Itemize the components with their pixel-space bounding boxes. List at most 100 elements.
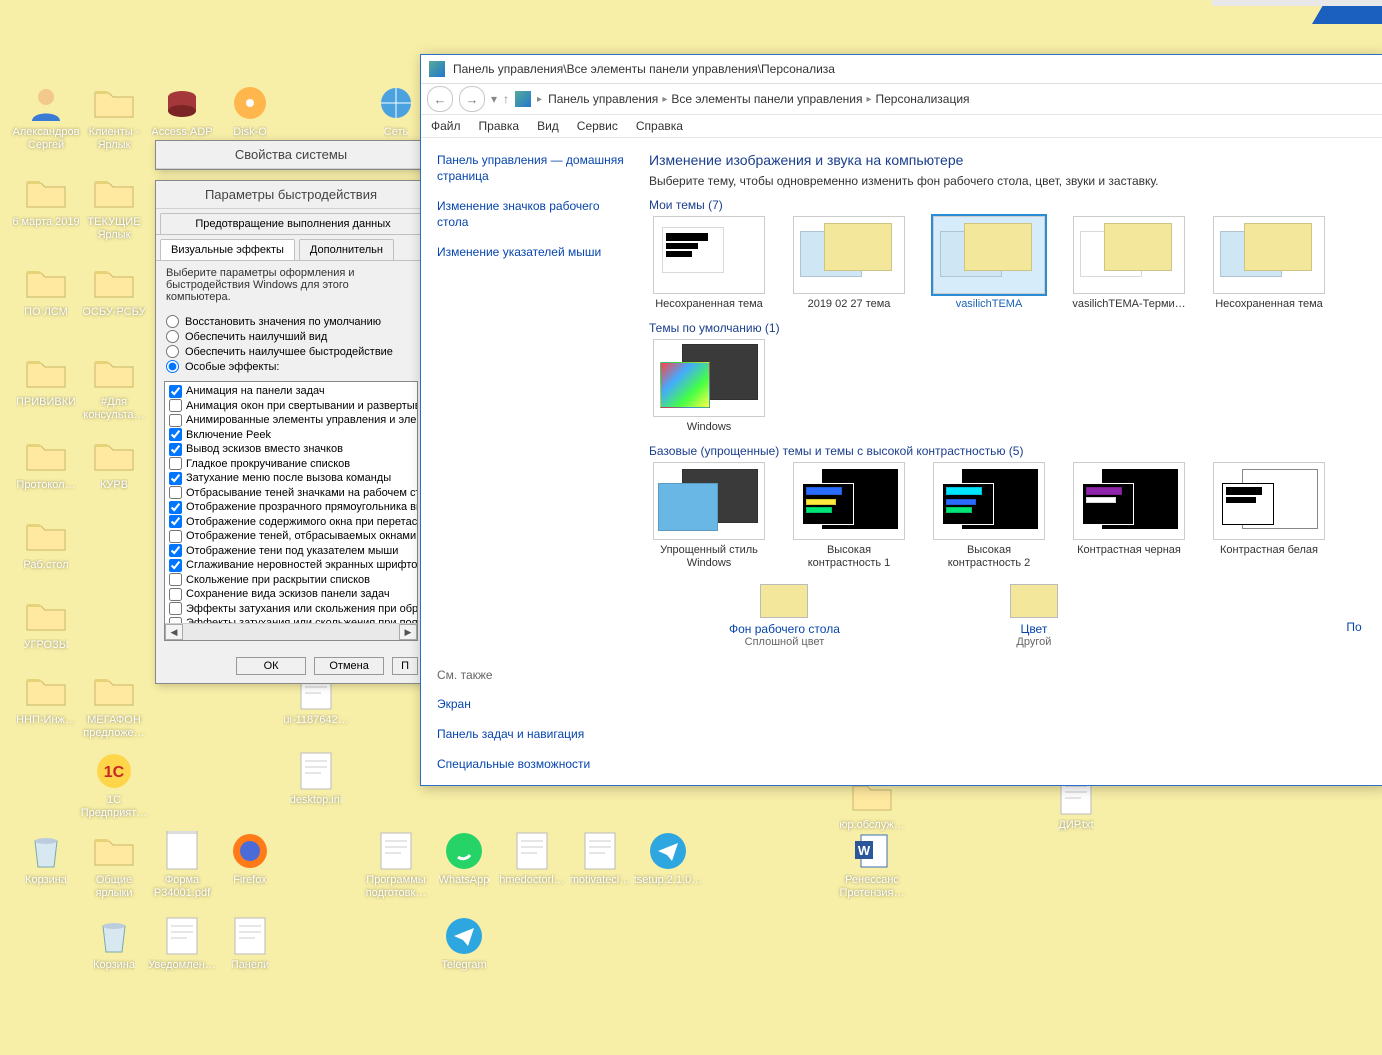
radio-input[interactable] [166, 360, 179, 373]
desktop-icon[interactable]: WhatsApp [428, 830, 500, 887]
checkbox-input[interactable] [169, 443, 182, 456]
desktop-icon[interactable]: Общие ярлыки [78, 830, 150, 900]
effect-checkbox-row[interactable]: Отображение прозрачного прямоугольника в… [167, 500, 415, 515]
desktop-icon[interactable]: Протокол… [10, 435, 82, 492]
desktop-icon[interactable]: УГРОЗЫ [10, 595, 82, 652]
effects-checklist[interactable]: Анимация на панели задачАнимация окон пр… [164, 381, 418, 641]
theme-item[interactable]: Контрастная белая [1209, 462, 1329, 570]
desktop-background-option[interactable]: Фон рабочего стола Сплошной цвет [729, 584, 840, 648]
effect-checkbox-row[interactable]: Анимация на панели задач [167, 384, 415, 399]
theme-item[interactable]: 2019 02 27 тема [789, 216, 909, 311]
radio-input[interactable] [166, 345, 179, 358]
desktop-icon[interactable]: ОСБУ-РСБУ [78, 262, 150, 319]
checkbox-input[interactable] [169, 530, 182, 543]
side-link-home[interactable]: Панель управления — домашняя страница [437, 152, 627, 184]
checkbox-input[interactable] [169, 428, 182, 441]
breadcrumb[interactable]: Панель управления▸ Все элементы панели у… [548, 92, 1377, 106]
checkbox-input[interactable] [169, 399, 182, 412]
desktop-icon[interactable]: Access.ADP [146, 82, 218, 139]
desktop-icon[interactable]: WРенессанс Претензия… [836, 830, 908, 900]
desktop-icon[interactable]: motivatecl… [564, 830, 636, 887]
see-also-taskbar[interactable]: Панель задач и навигация [437, 726, 627, 742]
desktop-icon[interactable]: Программы подготовк… [360, 830, 432, 900]
desktop-icon[interactable]: Disk-O [214, 82, 286, 139]
desktop-icon[interactable]: #Для консульта… [78, 352, 150, 422]
checkbox-input[interactable] [169, 544, 182, 557]
theme-item[interactable]: Windows [649, 339, 769, 434]
effect-checkbox-row[interactable]: Гладкое прокручивание списков [167, 457, 415, 472]
radio-input[interactable] [166, 330, 179, 343]
effect-checkbox-row[interactable]: Эффекты затухания или скольжения при обр… [167, 602, 415, 617]
color-option[interactable]: Цвет Другой [1010, 584, 1058, 648]
checkbox-input[interactable] [169, 573, 182, 586]
cancel-button[interactable]: Отмена [314, 657, 384, 675]
checkbox-input[interactable] [169, 472, 182, 485]
desktop-icon[interactable]: Клиенты - Ярлык [78, 82, 150, 152]
desktop-icon[interactable]: desktop.ini [280, 750, 352, 807]
checkbox-input[interactable] [169, 501, 182, 514]
desktop-icon[interactable]: ТЕКУЩИЕ Ярлык [78, 172, 150, 242]
menu-item[interactable]: Файл [431, 119, 461, 133]
side-link-desktop-icons[interactable]: Изменение значков рабочего стола [437, 198, 627, 230]
desktop-icon[interactable]: 1C1С Предприят… [78, 750, 150, 820]
checkbox-input[interactable] [169, 385, 182, 398]
desktop-icon[interactable]: КУРВ [78, 435, 150, 492]
desktop-icon[interactable]: Корзина [10, 830, 82, 887]
see-also-display[interactable]: Экран [437, 696, 627, 712]
desktop-icon[interactable]: Firefox [214, 830, 286, 887]
last-bottom-option[interactable]: По [1331, 584, 1377, 634]
perf-radio-option[interactable]: Обеспечить наилучший вид [166, 330, 416, 343]
theme-item[interactable]: vasilichTEMA [929, 216, 1049, 311]
effect-checkbox-row[interactable]: Анимированные элементы управления и элем… [167, 413, 415, 428]
checkbox-input[interactable] [169, 602, 182, 615]
checkbox-input[interactable] [169, 486, 182, 499]
checkbox-input[interactable] [169, 515, 182, 528]
desktop-icon[interactable]: ПО ЛСМ [10, 262, 82, 319]
effect-checkbox-row[interactable]: Скольжение при раскрытии списков [167, 573, 415, 588]
theme-item[interactable]: Высокая контрастность 1 [789, 462, 909, 570]
effect-checkbox-row[interactable]: Сохранение вида эскизов панели задач [167, 587, 415, 602]
checkbox-input[interactable] [169, 559, 182, 572]
desktop-icon[interactable]: ННП-Инж… [10, 670, 82, 727]
desktop-icon[interactable]: Корзина [78, 915, 150, 972]
horizontal-scrollbar[interactable]: ◀ ▶ [165, 623, 417, 640]
checkbox-input[interactable] [169, 414, 182, 427]
desktop-icon[interactable]: Уведомлен… [146, 915, 218, 972]
effect-checkbox-row[interactable]: Отображение тени под указателем мыши [167, 544, 415, 559]
nav-forward-button[interactable]: → [459, 86, 485, 112]
side-link-mouse-pointers[interactable]: Изменение указателей мыши [437, 244, 627, 260]
desktop-icon[interactable]: Раб.стол [10, 515, 82, 572]
effect-checkbox-row[interactable]: Отображение содержимого окна при перетас… [167, 515, 415, 530]
theme-item[interactable]: Высокая контрастность 2 [929, 462, 1049, 570]
nav-back-button[interactable]: ← [427, 86, 453, 112]
theme-item[interactable]: Контрастная черная [1069, 462, 1189, 570]
desktop-icon[interactable]: 6 марта 2019 [10, 172, 82, 229]
radio-input[interactable] [166, 315, 179, 328]
effect-checkbox-row[interactable]: Сглаживание неровностей экранных шрифтов [167, 558, 415, 573]
apply-button[interactable]: П [392, 657, 418, 675]
theme-item[interactable]: vasilichTEMA-Терми… [1069, 216, 1189, 311]
menu-item[interactable]: Вид [537, 119, 559, 133]
perf-radio-option[interactable]: Восстановить значения по умолчанию [166, 315, 416, 328]
scroll-left-icon[interactable]: ◀ [165, 624, 183, 640]
effect-checkbox-row[interactable]: Анимация окон при свертывании и разверты… [167, 399, 415, 414]
effect-checkbox-row[interactable]: Включение Peek [167, 428, 415, 443]
desktop-icon[interactable]: Форма Р34001.pdf [146, 830, 218, 900]
desktop-icon[interactable]: hmedoctorl… [496, 830, 568, 887]
effect-checkbox-row[interactable]: Отображение теней, отбрасываемых окнами [167, 529, 415, 544]
perf-radio-option[interactable]: Обеспечить наилучшее быстродействие [166, 345, 416, 358]
desktop-icon[interactable]: ПРИВИВКИ [10, 352, 82, 409]
theme-item[interactable]: Несохраненная тема [1209, 216, 1329, 311]
desktop-icon[interactable]: Панели [214, 915, 286, 972]
checkbox-input[interactable] [169, 588, 182, 601]
checkbox-input[interactable] [169, 457, 182, 470]
see-also-accessibility[interactable]: Специальные возможности [437, 756, 627, 772]
perf-radio-option[interactable]: Особые эффекты: [166, 360, 416, 373]
scroll-right-icon[interactable]: ▶ [399, 624, 417, 640]
menu-item[interactable]: Сервис [577, 119, 618, 133]
tab-dep[interactable]: Предотвращение выполнения данных [160, 213, 426, 234]
effect-checkbox-row[interactable]: Отбрасывание теней значками на рабочем с… [167, 486, 415, 501]
desktop-icon[interactable]: Telegram [428, 915, 500, 972]
tab-advanced[interactable]: Дополнительн [299, 239, 394, 260]
effect-checkbox-row[interactable]: Вывод эскизов вместо значков [167, 442, 415, 457]
